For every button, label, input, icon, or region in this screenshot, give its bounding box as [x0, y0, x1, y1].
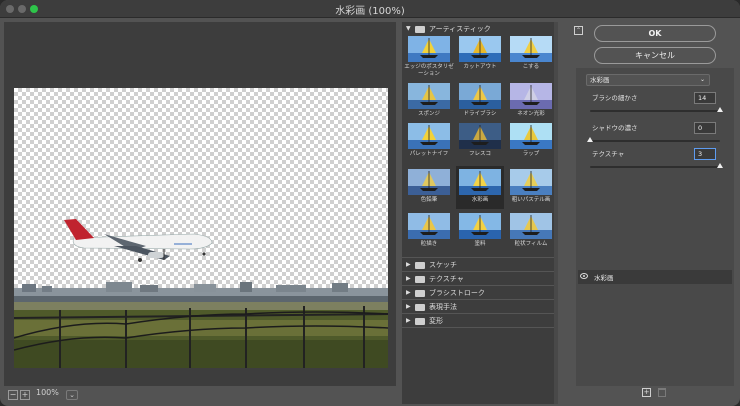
filter-thumbnail-label: カットアウト	[463, 64, 497, 70]
preview-panel[interactable]	[4, 22, 396, 386]
param-label-texture: テクスチャ	[592, 150, 625, 158]
folder-row[interactable]: ▶ 変形	[402, 314, 554, 328]
zoom-bar: − + 100% ⌄	[4, 388, 396, 402]
filter-thumbnail-label: ネオン光彩	[517, 111, 545, 117]
folder-row[interactable]: ▶ 表現手法	[402, 300, 554, 314]
folder-row[interactable]: ▶ テクスチャ	[402, 272, 554, 286]
trash-icon[interactable]	[658, 388, 666, 397]
folder-icon	[415, 304, 425, 311]
filter-thumbnail-label: 塗料	[474, 241, 486, 247]
filter-thumbnail-label: ラップ	[522, 151, 540, 157]
folder-row[interactable]: ▶ ブラシストローク	[402, 286, 554, 300]
new-effect-layer-icon[interactable]: +	[642, 388, 651, 397]
folder-label: 変形	[429, 317, 443, 325]
filter-thumbnail-label: スポンジ	[417, 111, 440, 117]
filter-settings: 水彩画 ⌄ ブラシの細かさ 14 シャドウの濃さ 0 テクスチャ 3	[576, 68, 734, 280]
filter-thumbnail-label: パレットナイフ	[409, 151, 449, 157]
folder-icon	[415, 26, 425, 33]
folder-label: ブラシストローク	[429, 289, 485, 297]
expand-arrow-icon[interactable]: ▶	[406, 272, 411, 286]
filter-select-value: 水彩画	[590, 76, 610, 84]
filter-thumbnail[interactable]	[459, 36, 501, 62]
slider-handle[interactable]	[717, 163, 723, 168]
effect-layer-row[interactable]: 水彩画	[578, 270, 732, 284]
effect-layer-name: 水彩画	[594, 274, 614, 282]
filter-thumbnail-label: 粒状フィルム	[514, 241, 548, 247]
filter-thumbnail[interactable]	[510, 83, 552, 109]
zoom-in-button[interactable]: +	[20, 390, 30, 400]
expand-arrow-icon[interactable]: ▶	[406, 286, 411, 300]
filter-thumbnail-label: エッジのポスタリゼーション	[404, 64, 454, 77]
slider-handle[interactable]	[717, 107, 723, 112]
filter-thumbnail[interactable]	[459, 123, 501, 149]
filter-thumbnail-label: 粗いパステル画	[511, 197, 551, 203]
filter-thumbnail[interactable]	[510, 123, 552, 149]
folder-icon	[415, 262, 425, 269]
expand-arrow-icon[interactable]: ▼	[406, 22, 411, 36]
filter-thumbnail-label: ドライブラシ	[463, 111, 497, 117]
slider-handle[interactable]	[587, 137, 593, 142]
param-label-shadow-intensity: シャドウの濃さ	[592, 124, 638, 132]
expand-arrow-icon[interactable]: ▶	[406, 258, 411, 272]
visibility-eye-icon[interactable]	[580, 273, 588, 279]
filter-thumbnail-label: フレスコ	[468, 151, 491, 157]
collapse-gallery-icon[interactable]: ⌃	[574, 26, 583, 35]
filter-gallery[interactable]: ▼ アーティスティック エッジのポスタリゼーション カットアウト こするスポンジ ドラ…	[402, 22, 558, 404]
ok-button[interactable]: OK	[594, 25, 716, 42]
window-title: 水彩画 (100%)	[335, 6, 405, 17]
filter-thumbnail[interactable]	[459, 213, 501, 239]
filter-thumbnail-label: 色鉛筆	[420, 197, 438, 203]
filter-thumbnail[interactable]	[408, 169, 450, 195]
zoom-out-button[interactable]: −	[8, 390, 18, 400]
preview-canvas[interactable]	[14, 88, 388, 368]
chevron-down-icon: ⌄	[699, 76, 705, 83]
brush-detail-slider[interactable]	[590, 107, 723, 112]
folder-row[interactable]: ▶ スケッチ	[402, 258, 554, 272]
brush-detail-input[interactable]: 14	[694, 92, 716, 104]
folder-divider	[402, 327, 554, 328]
folder-label: 表現手法	[429, 303, 457, 311]
airplane-shape	[64, 219, 213, 262]
folder-artistic[interactable]: ▼ アーティスティック	[402, 22, 554, 36]
expand-arrow-icon[interactable]: ▶	[406, 314, 411, 328]
expand-arrow-icon[interactable]: ▶	[406, 300, 411, 314]
filter-thumbnail-label: 粒描き	[420, 241, 438, 247]
title-bar: 水彩画 (100%)	[0, 0, 740, 18]
shadow-intensity-slider[interactable]	[587, 137, 720, 142]
preview-image	[14, 219, 388, 368]
filter-thumbnail[interactable]	[408, 36, 450, 62]
filter-thumbnail[interactable]	[510, 36, 552, 62]
filter-thumbnail[interactable]	[408, 123, 450, 149]
control-panel: ⌃ OK キャンセル 水彩画 ⌄ ブラシの細かさ 14 シャドウの濃さ 0 テク…	[564, 22, 736, 406]
texture-slider[interactable]	[590, 163, 723, 168]
filter-thumbnail[interactable]	[459, 169, 501, 195]
folder-label: アーティスティック	[429, 25, 491, 33]
texture-input[interactable]: 3	[694, 148, 716, 160]
cancel-button[interactable]: キャンセル	[594, 47, 716, 64]
param-label-brush-detail: ブラシの細かさ	[592, 94, 638, 102]
filter-thumbnail[interactable]	[510, 169, 552, 195]
filter-thumbnail[interactable]	[459, 83, 501, 109]
shadow-intensity-input[interactable]: 0	[694, 122, 716, 134]
folder-icon	[415, 290, 425, 297]
filter-gallery-window: 水彩画 (100%) − + 100% ⌄ ▼ アーティスティック エッジのポス…	[0, 0, 740, 406]
zoom-level: 100%	[36, 388, 59, 397]
filter-select[interactable]: 水彩画 ⌄	[586, 74, 710, 86]
filter-thumbnail-label: こする	[522, 64, 540, 70]
folder-label: スケッチ	[429, 261, 457, 269]
filter-thumbnail[interactable]	[408, 213, 450, 239]
zoom-dropdown[interactable]: ⌄	[66, 390, 78, 400]
effect-layers-panel: 水彩画	[576, 266, 734, 386]
folder-icon	[415, 276, 425, 283]
filter-thumbnail-label: 水彩画	[471, 197, 489, 203]
folder-icon	[415, 318, 425, 325]
folder-label: テクスチャ	[429, 275, 464, 283]
filter-thumbnail[interactable]	[510, 213, 552, 239]
filter-thumbnail[interactable]	[408, 83, 450, 109]
